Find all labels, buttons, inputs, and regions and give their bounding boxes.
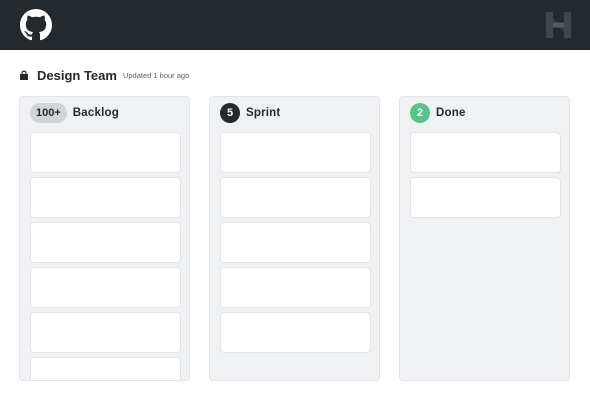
card[interactable] bbox=[220, 132, 371, 173]
card[interactable] bbox=[410, 177, 561, 218]
board-header: Design Team Updated 1 hour ago bbox=[20, 66, 189, 84]
card[interactable] bbox=[410, 132, 561, 173]
card[interactable] bbox=[30, 357, 181, 380]
card[interactable] bbox=[220, 267, 371, 308]
column-sprint: 5 Sprint bbox=[209, 96, 380, 381]
card[interactable] bbox=[30, 177, 181, 218]
column-title[interactable]: Sprint bbox=[246, 107, 280, 119]
column-header: 5 Sprint bbox=[220, 103, 280, 123]
github-octocat-icon[interactable] bbox=[20, 9, 52, 41]
top-navigation-bar bbox=[0, 0, 590, 50]
card[interactable] bbox=[30, 267, 181, 308]
card-count-badge: 2 bbox=[410, 103, 430, 123]
column-backlog: 100+ Backlog bbox=[19, 96, 190, 381]
card[interactable] bbox=[30, 222, 181, 263]
board-title[interactable]: Design Team bbox=[37, 68, 117, 83]
column-title[interactable]: Done bbox=[436, 107, 466, 119]
card[interactable] bbox=[30, 132, 181, 173]
column-header: 100+ Backlog bbox=[30, 103, 119, 123]
updated-timestamp: Updated 1 hour ago bbox=[122, 70, 190, 80]
card-count-badge: 100+ bbox=[30, 103, 67, 123]
column-title[interactable]: Backlog bbox=[73, 107, 119, 119]
card[interactable] bbox=[220, 177, 371, 218]
card[interactable] bbox=[220, 312, 371, 353]
column-done: 2 Done bbox=[399, 96, 570, 381]
card[interactable] bbox=[220, 222, 371, 263]
lock-icon bbox=[20, 70, 28, 80]
card[interactable] bbox=[30, 312, 181, 353]
card-count-badge: 5 bbox=[220, 103, 240, 123]
brand-h-logo-icon[interactable] bbox=[546, 12, 571, 38]
column-header: 2 Done bbox=[410, 103, 466, 123]
